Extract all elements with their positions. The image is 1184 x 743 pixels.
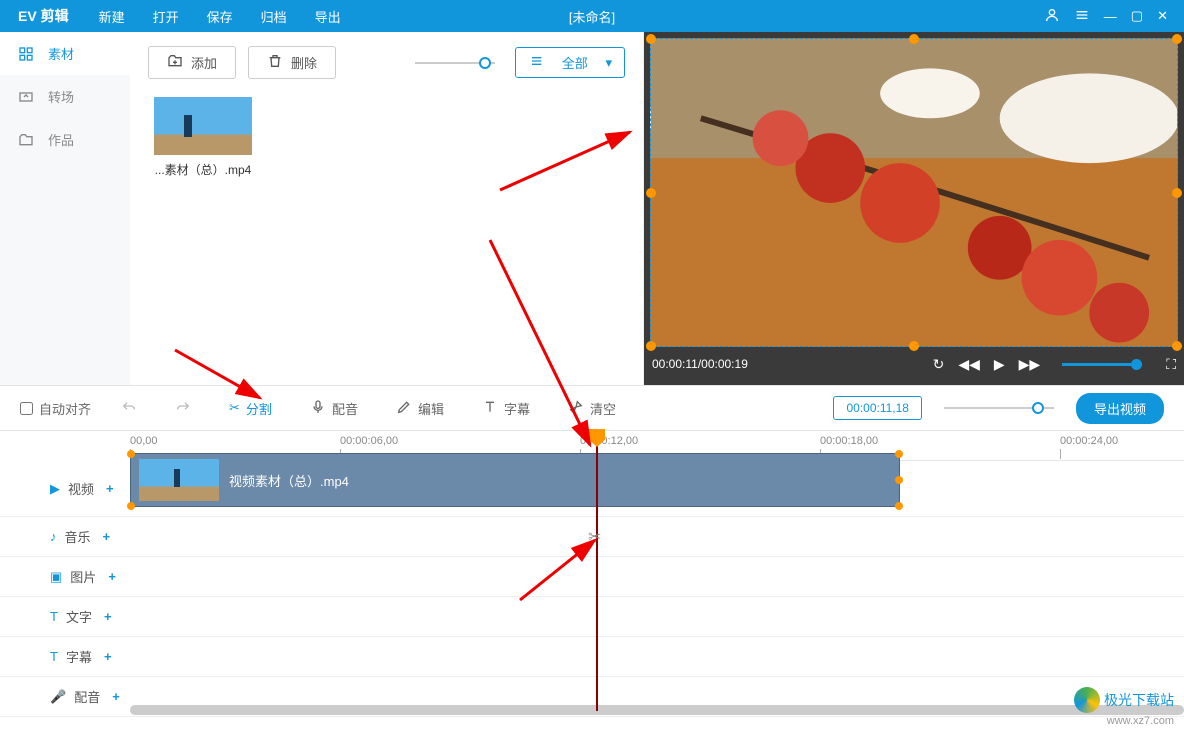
user-icon[interactable] <box>1044 7 1060 26</box>
fullscreen-icon[interactable]: ⛶ <box>1166 356 1176 373</box>
track-subtitle: T字幕+ <box>0 637 1184 677</box>
maximize-icon[interactable]: ▢ <box>1131 8 1143 24</box>
media-thumbnail <box>154 97 252 155</box>
volume-slider[interactable] <box>1062 363 1142 366</box>
titlebar: EV 剪辑 新建 打开 保存 归档 导出 [未命名] — ▢ ✕ <box>0 0 1184 32</box>
clip-thumbnail <box>139 459 219 501</box>
watermark: 极光下载站 <box>1074 687 1174 713</box>
redo-button[interactable] <box>167 400 199 416</box>
chevron-down-icon: ▾ <box>605 55 612 71</box>
mic-icon <box>310 399 326 418</box>
timeline-scrollbar[interactable] <box>130 705 1184 715</box>
add-music-track[interactable]: + <box>103 529 111 544</box>
track-image: ▣图片+ <box>0 557 1184 597</box>
main-menu: 新建 打开 保存 归档 导出 <box>87 7 353 26</box>
close-icon[interactable]: ✕ <box>1157 8 1168 24</box>
video-clip[interactable]: 视频素材（总）.mp4 <box>130 453 900 507</box>
auto-align-checkbox[interactable]: 自动对齐 <box>20 399 91 418</box>
export-video-button[interactable]: 导出视频 <box>1076 393 1164 424</box>
trash-icon <box>267 53 283 72</box>
add-video-track[interactable]: + <box>106 481 114 496</box>
sidebar-label: 转场 <box>48 87 74 106</box>
timecode-display: 00:00:11,18 <box>833 396 922 420</box>
menu-icon[interactable] <box>1074 7 1090 26</box>
sidebar-label: 素材 <box>48 44 74 63</box>
project-name: [未命名] <box>569 7 615 26</box>
ruler-mark: 00:00:06,00 <box>340 435 398 447</box>
preview-time: 00:00:11/00:00:19 <box>652 357 748 371</box>
undo-button[interactable] <box>113 400 145 416</box>
text-icon <box>482 399 498 418</box>
edit-button[interactable]: 编辑 <box>388 399 452 418</box>
track-video: ▶ 视频 + 视频素材（总）.mp4 <box>0 461 1184 517</box>
thumb-size-slider[interactable] <box>415 62 495 64</box>
menu-export[interactable]: 导出 <box>303 7 353 26</box>
scissors-icon: ✂ <box>229 400 240 416</box>
playhead-scissors-icon: ✂ <box>588 527 601 547</box>
split-button[interactable]: ✂ 分割 <box>221 399 280 418</box>
edit-toolbar: 自动对齐 ✂ 分割 配音 编辑 字幕 清空 00:00:11,18 导出视频 <box>0 385 1184 431</box>
media-item[interactable]: ...素材（总）.mp4 <box>148 97 258 178</box>
menu-new[interactable]: 新建 <box>87 7 137 26</box>
add-dub-track[interactable]: + <box>112 689 120 704</box>
preview-controls: 00:00:11/00:00:19 ↻ ◀◀ ▶ ▶▶ ⛶ <box>652 351 1176 377</box>
clip-name: 视频素材（总）.mp4 <box>229 471 349 490</box>
grid-icon <box>18 46 34 62</box>
image-track-icon: ▣ <box>50 569 62 585</box>
add-subtitle-track[interactable]: + <box>104 649 112 664</box>
playhead[interactable]: ✂ <box>596 431 598 711</box>
menu-save[interactable]: 保存 <box>195 7 245 26</box>
media-panel: 添加 删除 全部 ▾ ...素材（总）.mp4 <box>130 32 644 385</box>
sidebar-label: 作品 <box>48 130 74 149</box>
sidebar-item-media[interactable]: 素材 <box>0 32 130 75</box>
media-filename: ...素材（总）.mp4 <box>155 163 252 177</box>
ruler-mark: 00:00:24,00 <box>1060 435 1118 447</box>
transition-icon <box>18 89 34 105</box>
filter-select[interactable]: 全部 ▾ <box>515 47 625 78</box>
zoom-slider[interactable] <box>944 407 1054 409</box>
ruler-mark: 00:00:12,00 <box>580 435 638 447</box>
watermark-url: www.xz7.com <box>1107 715 1174 727</box>
window-controls: — ▢ ✕ <box>1044 7 1184 26</box>
add-button[interactable]: 添加 <box>148 46 236 79</box>
broom-icon <box>568 399 584 418</box>
loop-icon[interactable]: ↻ <box>933 356 945 373</box>
add-icon <box>167 53 183 72</box>
clear-button[interactable]: 清空 <box>560 399 624 418</box>
list-icon <box>528 53 544 72</box>
watermark-logo-icon <box>1074 687 1100 713</box>
play-icon[interactable]: ▶ <box>994 356 1005 373</box>
preview-video[interactable] <box>650 38 1178 347</box>
ruler-mark: 00:00:18,00 <box>820 435 878 447</box>
sidebar-item-transition[interactable]: 转场 <box>0 75 130 118</box>
timeline: 00,00 00:00:06,00 00:00:12,00 00:00:18,0… <box>0 431 1184 717</box>
dub-button[interactable]: 配音 <box>302 399 366 418</box>
track-text: T文字+ <box>0 597 1184 637</box>
add-text-track[interactable]: + <box>104 609 112 624</box>
folder-icon <box>18 132 34 148</box>
minimize-icon[interactable]: — <box>1104 9 1117 24</box>
dub-track-icon: 🎤 <box>50 689 66 705</box>
subtitle-button[interactable]: 字幕 <box>474 399 538 418</box>
rewind-icon[interactable]: ◀◀ <box>958 356 980 373</box>
text-track-icon: T <box>50 609 58 624</box>
forward-icon[interactable]: ▶▶ <box>1019 356 1041 373</box>
preview-panel: 00:00:11/00:00:19 ↻ ◀◀ ▶ ▶▶ ⛶ <box>644 32 1184 385</box>
app-title: EV 剪辑 <box>0 6 87 26</box>
delete-button[interactable]: 删除 <box>248 46 336 79</box>
menu-open[interactable]: 打开 <box>141 7 191 26</box>
pencil-icon <box>396 399 412 418</box>
sidebar-item-works[interactable]: 作品 <box>0 118 130 161</box>
video-track-icon: ▶ <box>50 481 60 497</box>
ruler-mark: 00,00 <box>130 435 158 447</box>
add-image-track[interactable]: + <box>108 569 116 584</box>
left-sidebar: 素材 转场 作品 <box>0 32 130 385</box>
music-track-icon: ♪ <box>50 529 57 544</box>
subtitle-track-icon: T <box>50 649 58 664</box>
menu-archive[interactable]: 归档 <box>249 7 299 26</box>
